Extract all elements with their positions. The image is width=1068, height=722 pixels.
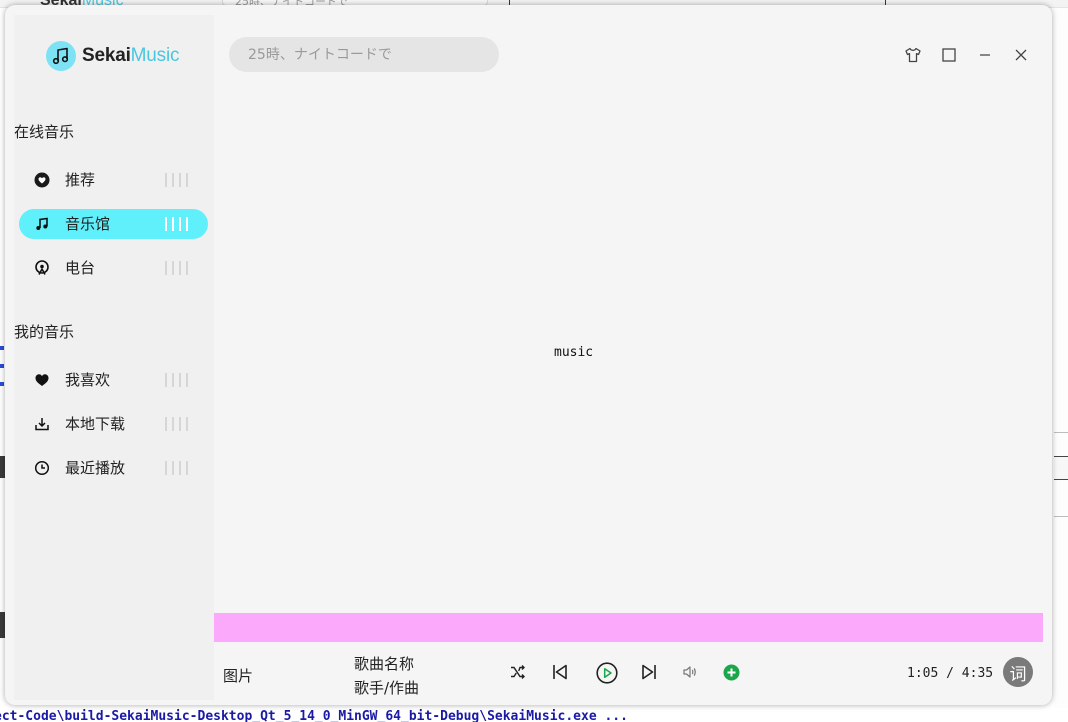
background-panel-strip (1054, 456, 1068, 480)
sidebar-item-label: 推荐 (65, 171, 96, 189)
shuffle-icon[interactable] (508, 662, 528, 682)
sidebar-item-recent-plays[interactable]: 最近播放 (19, 453, 208, 483)
lyrics-button[interactable]: 词 (1003, 657, 1033, 687)
sidebar-item-music-hall[interactable]: 音乐馆 (19, 209, 208, 239)
next-icon[interactable] (639, 662, 659, 682)
section-online-music: 在线音乐 (14, 123, 75, 141)
drag-handle-icon (165, 461, 188, 475)
sidebar-item-label: 最近播放 (65, 459, 126, 477)
background-divider (1054, 432, 1068, 433)
background-divider (1054, 516, 1068, 517)
album-cover[interactable]: 图片 (223, 665, 253, 686)
drag-handle-icon (165, 373, 188, 387)
music-note-logo-icon (46, 41, 76, 71)
sidebar-item-favorites[interactable]: 我喜欢 (19, 365, 208, 395)
close-icon[interactable] (1011, 45, 1031, 65)
skin-icon[interactable] (903, 45, 923, 65)
background-marker (0, 382, 4, 386)
player-bar: 图片 歌曲名称 歌手/作曲 1:05 / 4:35 词 (214, 642, 1043, 700)
radio-icon (33, 259, 51, 277)
app-window: SekaiMusic 在线音乐 推荐 音乐馆 电台 我的音乐 我喜欢 本地下载 … (5, 5, 1052, 705)
sidebar-item-label: 我喜欢 (65, 371, 111, 389)
app-logo: SekaiMusic (46, 41, 179, 71)
drag-handle-icon (165, 217, 188, 231)
download-icon (33, 415, 51, 433)
sidebar-item-local-downloads[interactable]: 本地下载 (19, 409, 208, 439)
app-name: SekaiMusic (82, 45, 180, 66)
music-note-icon (33, 215, 51, 233)
sidebar-item-radio[interactable]: 电台 (19, 253, 208, 283)
playback-time: 1:05 / 4:35 (907, 666, 994, 681)
clock-icon (33, 459, 51, 477)
heart-icon (33, 371, 51, 389)
search-input[interactable] (229, 37, 499, 72)
background-marker (0, 346, 4, 350)
previous-icon[interactable] (550, 662, 570, 682)
drag-handle-icon (165, 173, 188, 187)
sidebar-item-label: 电台 (65, 259, 96, 277)
section-my-music: 我的音乐 (14, 323, 75, 341)
sidebar: SekaiMusic 在线音乐 推荐 音乐馆 电台 我的音乐 我喜欢 本地下载 … (14, 15, 214, 700)
drag-handle-icon (165, 261, 188, 275)
progress-bar[interactable] (214, 613, 1043, 642)
volume-icon[interactable] (681, 663, 699, 681)
minimize-icon[interactable] (975, 45, 995, 65)
maximize-icon[interactable] (939, 45, 959, 65)
background-marker (0, 364, 4, 368)
heart-circle-icon (33, 171, 51, 189)
sidebar-item-label: 音乐馆 (65, 215, 111, 233)
song-title: 歌曲名称 (354, 655, 415, 673)
background-console-output: ect-Code\build-SekaiMusic-Desktop_Qt_5_1… (0, 709, 628, 722)
sidebar-item-recommend[interactable]: 推荐 (19, 165, 208, 195)
sidebar-item-label: 本地下载 (65, 415, 126, 433)
add-icon[interactable] (722, 663, 740, 681)
song-artist: 歌手/作曲 (354, 679, 420, 697)
play-icon[interactable] (595, 661, 619, 685)
background-right-panel (1054, 8, 1068, 708)
drag-handle-icon (165, 417, 188, 431)
content-placeholder: music (554, 345, 594, 360)
